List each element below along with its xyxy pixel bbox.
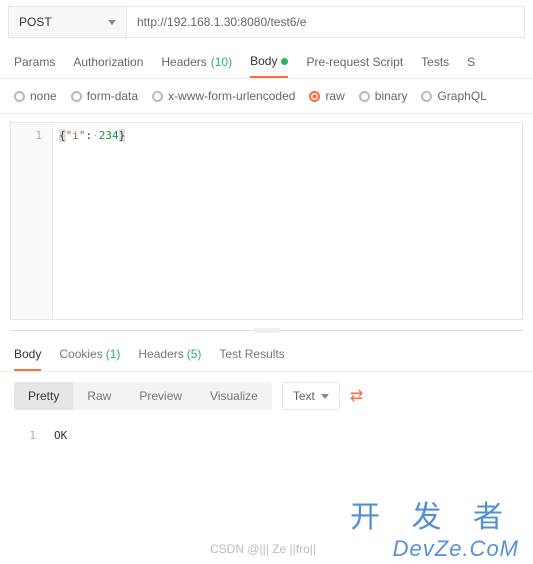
response-code: OK: [46, 426, 521, 446]
request-tabs: Params Authorization Headers (10) Body P…: [0, 44, 533, 79]
view-raw[interactable]: Raw: [73, 382, 125, 410]
response-tabs: Body Cookies (1) Headers (5) Test Result…: [0, 333, 533, 372]
chevron-down-icon: [321, 394, 329, 399]
editor-code[interactable]: {"i":·234}: [53, 123, 522, 319]
radio-icon: [152, 91, 163, 102]
radio-icon: [421, 91, 432, 102]
radio-none[interactable]: none: [14, 89, 57, 103]
radio-urlencoded[interactable]: x-www-form-urlencoded: [152, 89, 295, 103]
view-mode-group: Pretty Raw Preview Visualize: [14, 382, 272, 410]
watermark-csdn: CSDN @||| Ze ||fro||: [210, 542, 316, 556]
radio-graphql[interactable]: GraphQL: [421, 89, 486, 103]
view-preview[interactable]: Preview: [125, 382, 196, 410]
resp-tab-body[interactable]: Body: [14, 347, 41, 371]
http-method-select[interactable]: POST: [8, 6, 126, 38]
body-type-row: none form-data x-www-form-urlencoded raw…: [0, 79, 533, 114]
view-visualize[interactable]: Visualize: [196, 382, 272, 410]
radio-formdata[interactable]: form-data: [71, 89, 138, 103]
unsaved-dot-icon: [281, 58, 288, 65]
watermark-en: DevZe.CoM: [393, 536, 519, 562]
url-value: http://192.168.1.30:8080/test6/e: [137, 15, 306, 29]
request-body-editor[interactable]: 1 {"i":·234}: [10, 122, 523, 320]
view-pretty[interactable]: Pretty: [14, 382, 73, 410]
tab-tests[interactable]: Tests: [421, 54, 449, 78]
watermark-cn: 开 发 者: [350, 492, 515, 536]
tab-authorization[interactable]: Authorization: [73, 54, 143, 78]
response-body-editor[interactable]: 1 OK: [12, 426, 521, 446]
resp-tab-headers[interactable]: Headers (5): [138, 347, 201, 371]
radio-icon: [71, 91, 82, 102]
pane-splitter[interactable]: [10, 330, 523, 333]
radio-icon: [309, 91, 320, 102]
resp-tab-testresults[interactable]: Test Results: [219, 347, 284, 371]
tab-body[interactable]: Body: [250, 54, 288, 78]
radio-binary[interactable]: binary: [359, 89, 408, 103]
wrap-lines-icon[interactable]: ⇄: [350, 386, 363, 406]
chevron-down-icon: [108, 20, 116, 25]
tab-headers[interactable]: Headers (10): [161, 54, 232, 78]
response-gutter: 1: [12, 426, 46, 446]
resp-tab-cookies[interactable]: Cookies (1): [59, 347, 120, 371]
editor-gutter: 1: [11, 123, 53, 319]
radio-icon: [359, 91, 370, 102]
url-input[interactable]: http://192.168.1.30:8080/test6/e: [126, 6, 525, 38]
http-method-value: POST: [19, 15, 52, 29]
tab-settings[interactable]: S: [467, 54, 475, 78]
response-lang-select[interactable]: Text: [282, 382, 340, 410]
tab-prerequest[interactable]: Pre-request Script: [306, 54, 403, 78]
radio-icon: [14, 91, 25, 102]
response-view-row: Pretty Raw Preview Visualize Text ⇄: [0, 372, 533, 420]
radio-raw[interactable]: raw: [309, 89, 344, 103]
tab-params[interactable]: Params: [14, 54, 55, 78]
